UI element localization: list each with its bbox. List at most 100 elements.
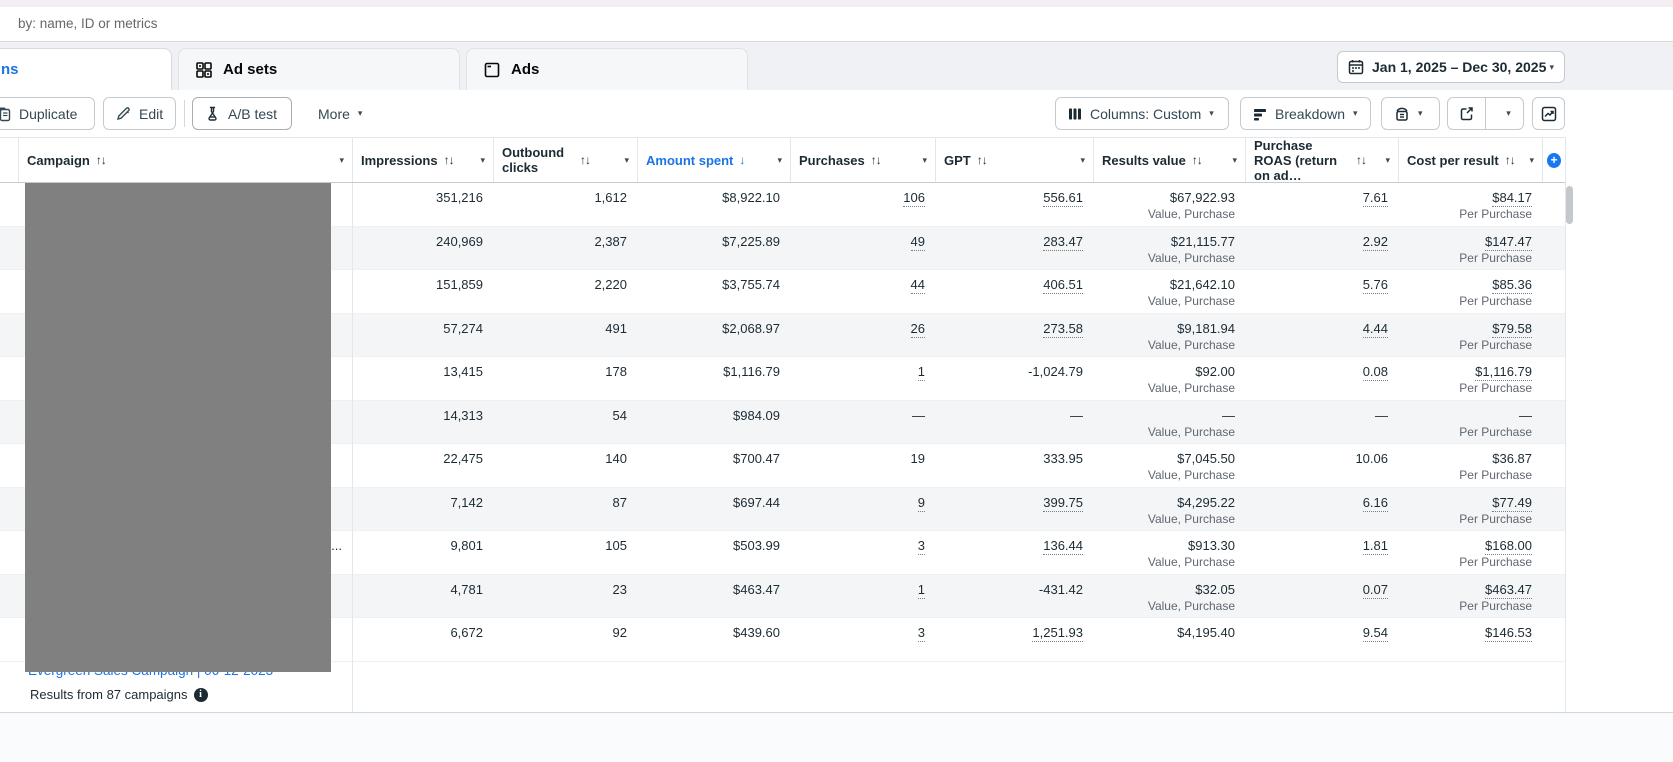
- cost-per-result-value[interactable]: $1,116.79: [1475, 364, 1532, 381]
- purchases-value[interactable]: 49: [911, 234, 925, 251]
- gpt-value[interactable]: -431.42: [1039, 582, 1083, 597]
- tab-campaigns[interactable]: ns: [0, 48, 172, 90]
- roas-value[interactable]: 2.92: [1363, 234, 1388, 251]
- roas-value[interactable]: 0.08: [1363, 364, 1388, 381]
- chevron-down-icon[interactable]: ▾: [335, 155, 344, 166]
- roas-value[interactable]: 5.76: [1363, 277, 1388, 294]
- cost-per-result-value[interactable]: $77.49: [1492, 495, 1532, 512]
- cost-per-result-value[interactable]: $84.17: [1492, 190, 1532, 207]
- sort-icon[interactable]: ↑↓: [1356, 153, 1366, 167]
- purchases-value[interactable]: 1: [918, 582, 925, 599]
- roas-value[interactable]: —: [1375, 408, 1388, 423]
- tab-ads[interactable]: Ads: [466, 48, 748, 90]
- column-header-outbound-clicks[interactable]: Outbound clicks ↑↓ ▾: [493, 138, 637, 182]
- column-header-purchases[interactable]: Purchases ↑↓ ▾: [790, 138, 935, 182]
- chevron-down-icon[interactable]: ▾: [1076, 155, 1085, 166]
- gpt-value[interactable]: 333.95: [1043, 451, 1083, 466]
- export-button[interactable]: [1448, 98, 1485, 129]
- cost-per-result-value[interactable]: $168.00: [1485, 538, 1532, 555]
- row-checkbox-cell[interactable]: [0, 575, 18, 618]
- gpt-value[interactable]: 406.51: [1043, 277, 1083, 294]
- row-checkbox-cell[interactable]: [0, 618, 18, 661]
- chevron-down-icon[interactable]: ▾: [1228, 155, 1237, 166]
- export-options-button[interactable]: ▾: [1485, 98, 1523, 129]
- charts-button[interactable]: [1532, 97, 1565, 130]
- column-header-gpt[interactable]: GPT ↑↓ ▾: [935, 138, 1093, 182]
- cost-per-result-value[interactable]: —: [1519, 408, 1532, 423]
- more-button[interactable]: More ▾: [306, 97, 376, 130]
- chevron-down-icon[interactable]: ▾: [1381, 155, 1390, 166]
- column-header-purchase-roas[interactable]: Purchase ROAS (return on ad… ↑↓ ▾: [1245, 138, 1398, 182]
- row-checkbox-cell[interactable]: [0, 357, 18, 400]
- column-header-amount-spent[interactable]: Amount spent ↓ ▾: [637, 138, 790, 182]
- sort-icon[interactable]: ↑↓: [1192, 153, 1202, 167]
- purchases-value[interactable]: 1: [918, 364, 925, 381]
- roas-value[interactable]: 10.06: [1355, 451, 1388, 466]
- sort-icon[interactable]: ↑↓: [96, 153, 106, 167]
- ab-test-button[interactable]: A/B test: [192, 97, 292, 130]
- sort-icon[interactable]: ↑↓: [1505, 153, 1515, 167]
- info-icon[interactable]: i: [194, 688, 208, 702]
- column-header-results-value[interactable]: Results value ↑↓ ▾: [1093, 138, 1245, 182]
- row-checkbox-cell[interactable]: [0, 531, 18, 574]
- sort-icon[interactable]: ↑↓: [580, 153, 590, 167]
- edit-button[interactable]: Edit: [103, 97, 176, 130]
- duplicate-button[interactable]: Duplicate: [0, 97, 95, 130]
- purchases-value[interactable]: 26: [911, 321, 925, 338]
- gpt-value[interactable]: -1,024.79: [1028, 364, 1083, 379]
- chevron-down-icon[interactable]: ▾: [773, 155, 782, 166]
- gpt-value[interactable]: 399.75: [1043, 495, 1083, 512]
- breakdown-button[interactable]: Breakdown ▾: [1240, 97, 1371, 130]
- chevron-down-icon[interactable]: ▾: [1525, 155, 1534, 166]
- roas-value[interactable]: 7.61: [1363, 190, 1388, 207]
- columns-button[interactable]: Columns: Custom ▾: [1055, 97, 1229, 130]
- chevron-down-icon[interactable]: ▾: [476, 155, 485, 166]
- purchases-value[interactable]: 3: [918, 625, 925, 642]
- roas-value[interactable]: 6.16: [1363, 495, 1388, 512]
- gpt-value[interactable]: 273.58: [1043, 321, 1083, 338]
- row-checkbox-cell[interactable]: [0, 270, 18, 313]
- search-input[interactable]: by: name, ID or metrics: [18, 16, 158, 31]
- gpt-value[interactable]: 283.47: [1043, 234, 1083, 251]
- cost-per-result-value[interactable]: $147.47: [1485, 234, 1532, 251]
- sort-icon[interactable]: ↑↓: [977, 153, 987, 167]
- sort-icon[interactable]: ↑↓: [871, 153, 881, 167]
- row-checkbox-cell[interactable]: [0, 314, 18, 357]
- purchases-value[interactable]: 106: [903, 190, 925, 207]
- roas-value[interactable]: 0.07: [1363, 582, 1388, 599]
- chevron-down-icon[interactable]: ▾: [918, 155, 927, 166]
- purchases-value[interactable]: 19: [911, 451, 925, 466]
- row-checkbox-cell[interactable]: [0, 401, 18, 444]
- cost-per-result-value[interactable]: $146.53: [1485, 625, 1532, 642]
- cost-per-result-value[interactable]: $36.87: [1492, 451, 1532, 466]
- date-range-picker[interactable]: Jan 1, 2025 – Dec 30, 2025 ▾: [1337, 51, 1565, 83]
- purchases-value[interactable]: 9: [918, 495, 925, 512]
- rules-button[interactable]: ▾: [1381, 97, 1440, 130]
- roas-value[interactable]: 9.54: [1363, 625, 1388, 642]
- select-all-column[interactable]: [0, 138, 18, 182]
- vertical-scrollbar[interactable]: [1566, 186, 1573, 224]
- purchases-value[interactable]: —: [912, 408, 925, 423]
- purchases-value[interactable]: 3: [918, 538, 925, 555]
- purchases-value[interactable]: 44: [911, 277, 925, 294]
- sort-icon[interactable]: ↑↓: [444, 153, 454, 167]
- cost-per-result-value[interactable]: $85.36: [1492, 277, 1532, 294]
- cost-per-result-value[interactable]: $79.58: [1492, 321, 1532, 338]
- cost-per-result-value[interactable]: $463.47: [1485, 582, 1532, 599]
- gpt-value[interactable]: 136.44: [1043, 538, 1083, 555]
- column-header-campaign[interactable]: Campaign ↑↓ ▾: [18, 138, 352, 182]
- gpt-value[interactable]: 1,251.93: [1032, 625, 1083, 642]
- gpt-value[interactable]: 556.61: [1043, 190, 1083, 207]
- row-checkbox-cell[interactable]: [0, 444, 18, 487]
- roas-value[interactable]: 4.44: [1363, 321, 1388, 338]
- column-header-impressions[interactable]: Impressions ↑↓ ▾: [352, 138, 493, 182]
- roas-value[interactable]: 1.81: [1363, 538, 1388, 555]
- column-header-cost-per-result[interactable]: Cost per result ↑↓ ▾: [1398, 138, 1542, 182]
- chevron-down-icon[interactable]: ▾: [620, 155, 629, 166]
- add-column-icon[interactable]: +: [1547, 153, 1561, 168]
- row-checkbox-cell[interactable]: [0, 183, 18, 226]
- row-checkbox-cell[interactable]: [0, 227, 18, 270]
- gpt-value[interactable]: —: [1070, 408, 1083, 423]
- add-column-cell[interactable]: +: [1542, 138, 1565, 182]
- tab-ad-sets[interactable]: Ad sets: [178, 48, 460, 90]
